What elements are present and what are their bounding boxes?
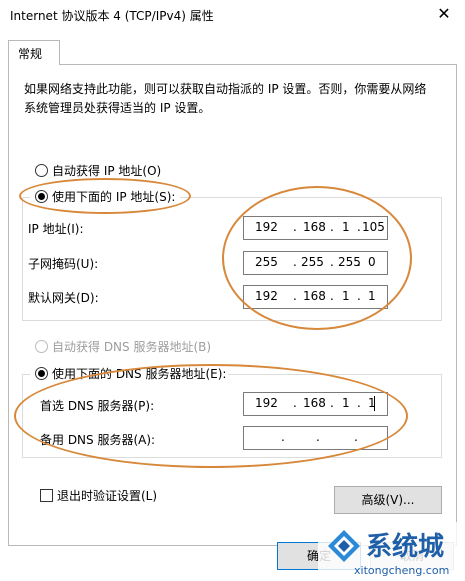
description-text: 如果网络支持此功能，则可以获取自动指派的 IP 设置。否则，你需要从网络系统管理… [24,82,427,115]
tab-label: 常规 [18,47,43,61]
watermark: 系统城 xitongcheng.com [318,522,464,580]
tab-general[interactable]: 常规 [8,40,60,65]
radio-auto-dns[interactable] [35,340,48,353]
default-gateway-label: 默认网关(D): [28,291,99,305]
close-icon[interactable]: ✕ [432,3,456,25]
watermark-text-en: xitongcheng.com [354,564,450,577]
annotation-ellipse-ip-fields [222,186,412,330]
advanced-button[interactable]: 高级(V)... [334,486,442,514]
validate-checkbox-label: 退出时验证设置(L) [57,489,158,503]
subnet-mask-label: 子网掩码(U): [28,257,99,271]
radio-auto-ip-label: 自动获得 IP 地址(O) [52,164,162,178]
radio-auto-dns-label: 自动获得 DNS 服务器地址(B) [52,340,212,354]
radio-manual-dns[interactable] [35,367,48,380]
watermark-logo-icon [328,530,360,562]
annotation-ellipse-dns [14,364,408,468]
ip-address-label: IP 地址(I): [28,222,84,236]
radio-auto-ip[interactable] [35,164,48,177]
annotation-ellipse-manual-ip [19,178,191,214]
validate-checkbox[interactable] [40,489,53,502]
window-title: Internet 协议版本 4 (TCP/IPv4) 属性 [10,9,214,23]
title-bar: Internet 协议版本 4 (TCP/IPv4) 属性 ✕ [0,0,465,30]
watermark-text-cn: 系统城 [366,532,445,562]
